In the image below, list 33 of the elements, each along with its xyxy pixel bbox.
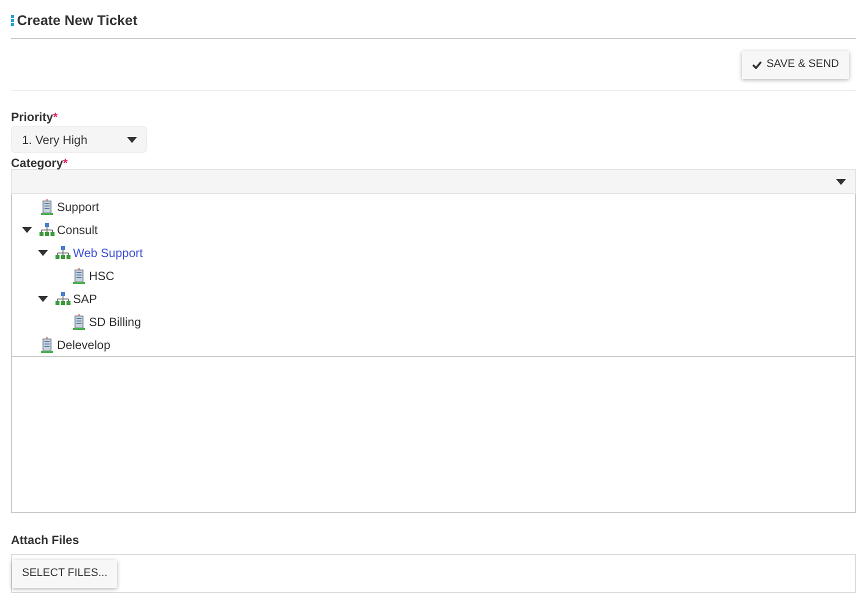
required-mark: * bbox=[63, 155, 68, 168]
required-mark: * bbox=[53, 109, 58, 122]
caret-down-icon bbox=[38, 294, 48, 304]
select-files-button[interactable]: SELECT FILES... bbox=[12, 560, 118, 588]
caret-icon bbox=[127, 136, 137, 142]
tree-item[interactable]: Delevelop bbox=[57, 336, 110, 354]
tree-item[interactable]: HSC bbox=[89, 266, 114, 284]
building-icon bbox=[40, 336, 54, 352]
expand-toggle[interactable] bbox=[38, 294, 48, 304]
expand-toggle[interactable] bbox=[22, 224, 32, 234]
tree-item[interactable]: SD Billing bbox=[89, 312, 142, 330]
hierarchy-icon bbox=[55, 292, 71, 306]
priority-dropdown[interactable]: 1. Very High bbox=[11, 126, 147, 153]
caret-icon bbox=[836, 178, 846, 184]
building-icon bbox=[40, 198, 54, 214]
tree-item[interactable]: Web Support bbox=[73, 244, 143, 262]
expand-toggle[interactable] bbox=[38, 248, 48, 258]
tree-item[interactable]: Support bbox=[57, 198, 100, 216]
building-icon bbox=[72, 314, 86, 330]
building-icon bbox=[72, 268, 86, 284]
caret-down-icon bbox=[22, 224, 32, 234]
tree-item[interactable]: Consult bbox=[57, 220, 98, 238]
caret-down-icon bbox=[38, 248, 48, 258]
save-and-send-button[interactable]: SAVE & SEND bbox=[742, 50, 849, 78]
field-label: Priority bbox=[11, 109, 54, 122]
page-title: Create New Ticket bbox=[17, 10, 138, 30]
tree-item[interactable]: SAP bbox=[73, 290, 98, 308]
vertical-dots-icon bbox=[11, 14, 14, 26]
field-label: Attach Files bbox=[11, 532, 80, 549]
checkmark-icon bbox=[752, 60, 762, 68]
hierarchy-icon bbox=[55, 246, 71, 260]
hierarchy-icon bbox=[39, 222, 55, 236]
field-label: Category bbox=[11, 155, 64, 168]
